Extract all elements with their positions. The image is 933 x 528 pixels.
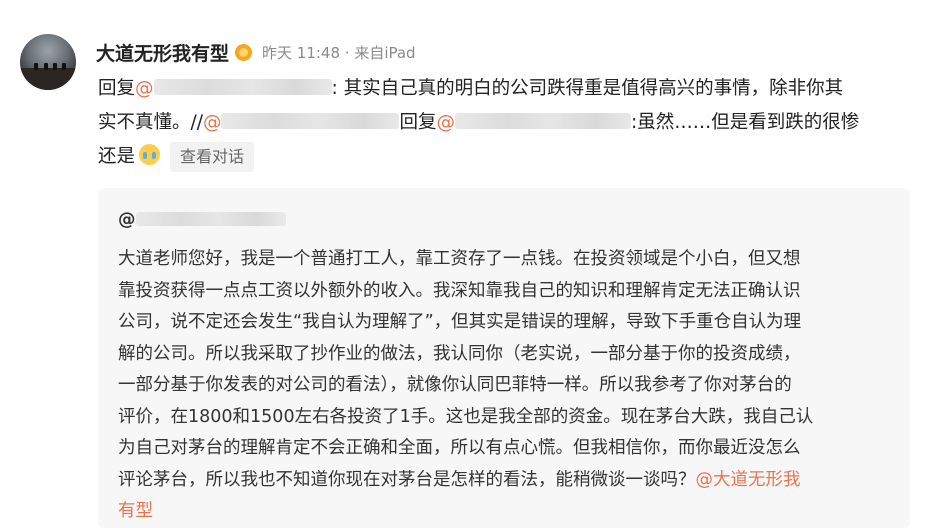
reply-text-segment: 回复 — [399, 112, 437, 133]
quoted-comment[interactable]: @ 大道老师您好，我是一个普通打工人，靠工资存了一点钱。在投资领域是个小白，但又… — [98, 188, 910, 528]
mention-link[interactable]: @ — [203, 112, 400, 133]
mention-at: @ — [202, 112, 222, 133]
redacted-username — [135, 212, 286, 226]
quoted-line: 靠投资获得一点点工资以外额外的收入。我深知靠我自己的知识和理解肯定无法正确认识 — [118, 280, 801, 301]
redacted-username — [221, 113, 400, 129]
view-conversation-button[interactable]: 查看对话 — [170, 142, 255, 172]
avatar-figure — [62, 63, 66, 70]
mention-link[interactable]: 有型 — [118, 501, 153, 521]
mention-link[interactable]: @大道无形我 — [696, 470, 801, 490]
reply-line-3: 还是 查看对话 — [98, 140, 920, 174]
mention-link[interactable]: @ — [135, 78, 332, 99]
reply-text-segment: :虽然……但是看到跌的很惨 — [630, 112, 860, 133]
crying-face-emoji-icon — [139, 144, 161, 165]
quoted-author-at: @ — [118, 210, 136, 230]
quoted-line: 一部分基于你发表的对公司的看法），就像你认同巴菲特一样。所以我参考了你对茅台的 — [118, 375, 792, 395]
username[interactable]: 大道无形我有型 — [96, 39, 229, 66]
reply-text-segment: 还是 — [98, 146, 136, 167]
reply-text-segment: 实不真懂。// — [98, 112, 203, 133]
reply-line-1: 回复@ : 其实自己真的明白的公司跌得重是值得高兴的事情，除非你其 — [98, 72, 920, 106]
quoted-line: 公司，说不定还会发生“我自认为理解了”，但其实是错误的理解，导致下手重仓自认为理 — [118, 312, 802, 332]
reply-text-segment: : 其实自己真的明白的公司跌得重是值得高兴的事情，除非你其 — [331, 78, 844, 99]
quoted-line: 有型 — [118, 496, 898, 528]
quoted-line: 为自己对茅台的理解肯定不会正确和全面，所以有点心慌。但我相信你，而你最近没怎么 — [118, 438, 801, 458]
avatar-figure — [34, 63, 38, 70]
mention-at: @ — [135, 78, 154, 99]
quoted-text-segment: 评论茅台，所以我也不知道你现在对茅台是怎样的看法，能稍微谈一谈吗？ — [118, 469, 696, 490]
post-meta: 昨天 11:48 · 来自iPad — [262, 43, 416, 62]
reply-line-2: 实不真懂。//@ 回复@:虽然……但是看到跌的很惨 — [98, 106, 920, 140]
reply-prefix: 回复 — [98, 78, 136, 99]
post-header: 大道无形我有型 昨天 11:48 · 来自iPad — [96, 38, 416, 66]
gold-verified-badge-icon — [235, 43, 253, 61]
mention-link[interactable]: @ — [436, 112, 631, 133]
quoted-author[interactable]: @ — [118, 210, 286, 230]
quoted-line: 评论茅台，所以我也不知道你现在对茅台是怎样的看法，能稍微谈一谈吗？@大道无形我 — [118, 465, 898, 497]
quoted-line: 评价，在1800和1500左右各投资了1手。这也是我全部的资金。现在茅台大跌，我… — [118, 406, 814, 427]
reply-text: 回复@: 其实自己真的明白的公司跌得重是值得高兴的事情，除非你其 实不真懂。//… — [98, 72, 920, 174]
avatar-figure — [53, 63, 57, 70]
mention-at: @ — [436, 112, 455, 133]
redacted-username — [454, 113, 631, 129]
user-avatar[interactable] — [20, 34, 76, 90]
avatar-figure — [44, 63, 48, 70]
quoted-line: 解的公司。所以我采取了抄作业的做法，我认同你（老实说，一部分基于你的投资成绩， — [118, 343, 801, 364]
quoted-line: 大道老师您好，我是一个普通打工人，靠工资存了一点钱。在投资领域是个小白，但又想 — [118, 249, 801, 269]
avatar-ground — [20, 68, 76, 90]
quoted-text: 大道老师您好，我是一个普通打工人，靠工资存了一点钱。在投资领域是个小白，但又想 … — [118, 244, 898, 528]
redacted-username — [153, 79, 332, 95]
